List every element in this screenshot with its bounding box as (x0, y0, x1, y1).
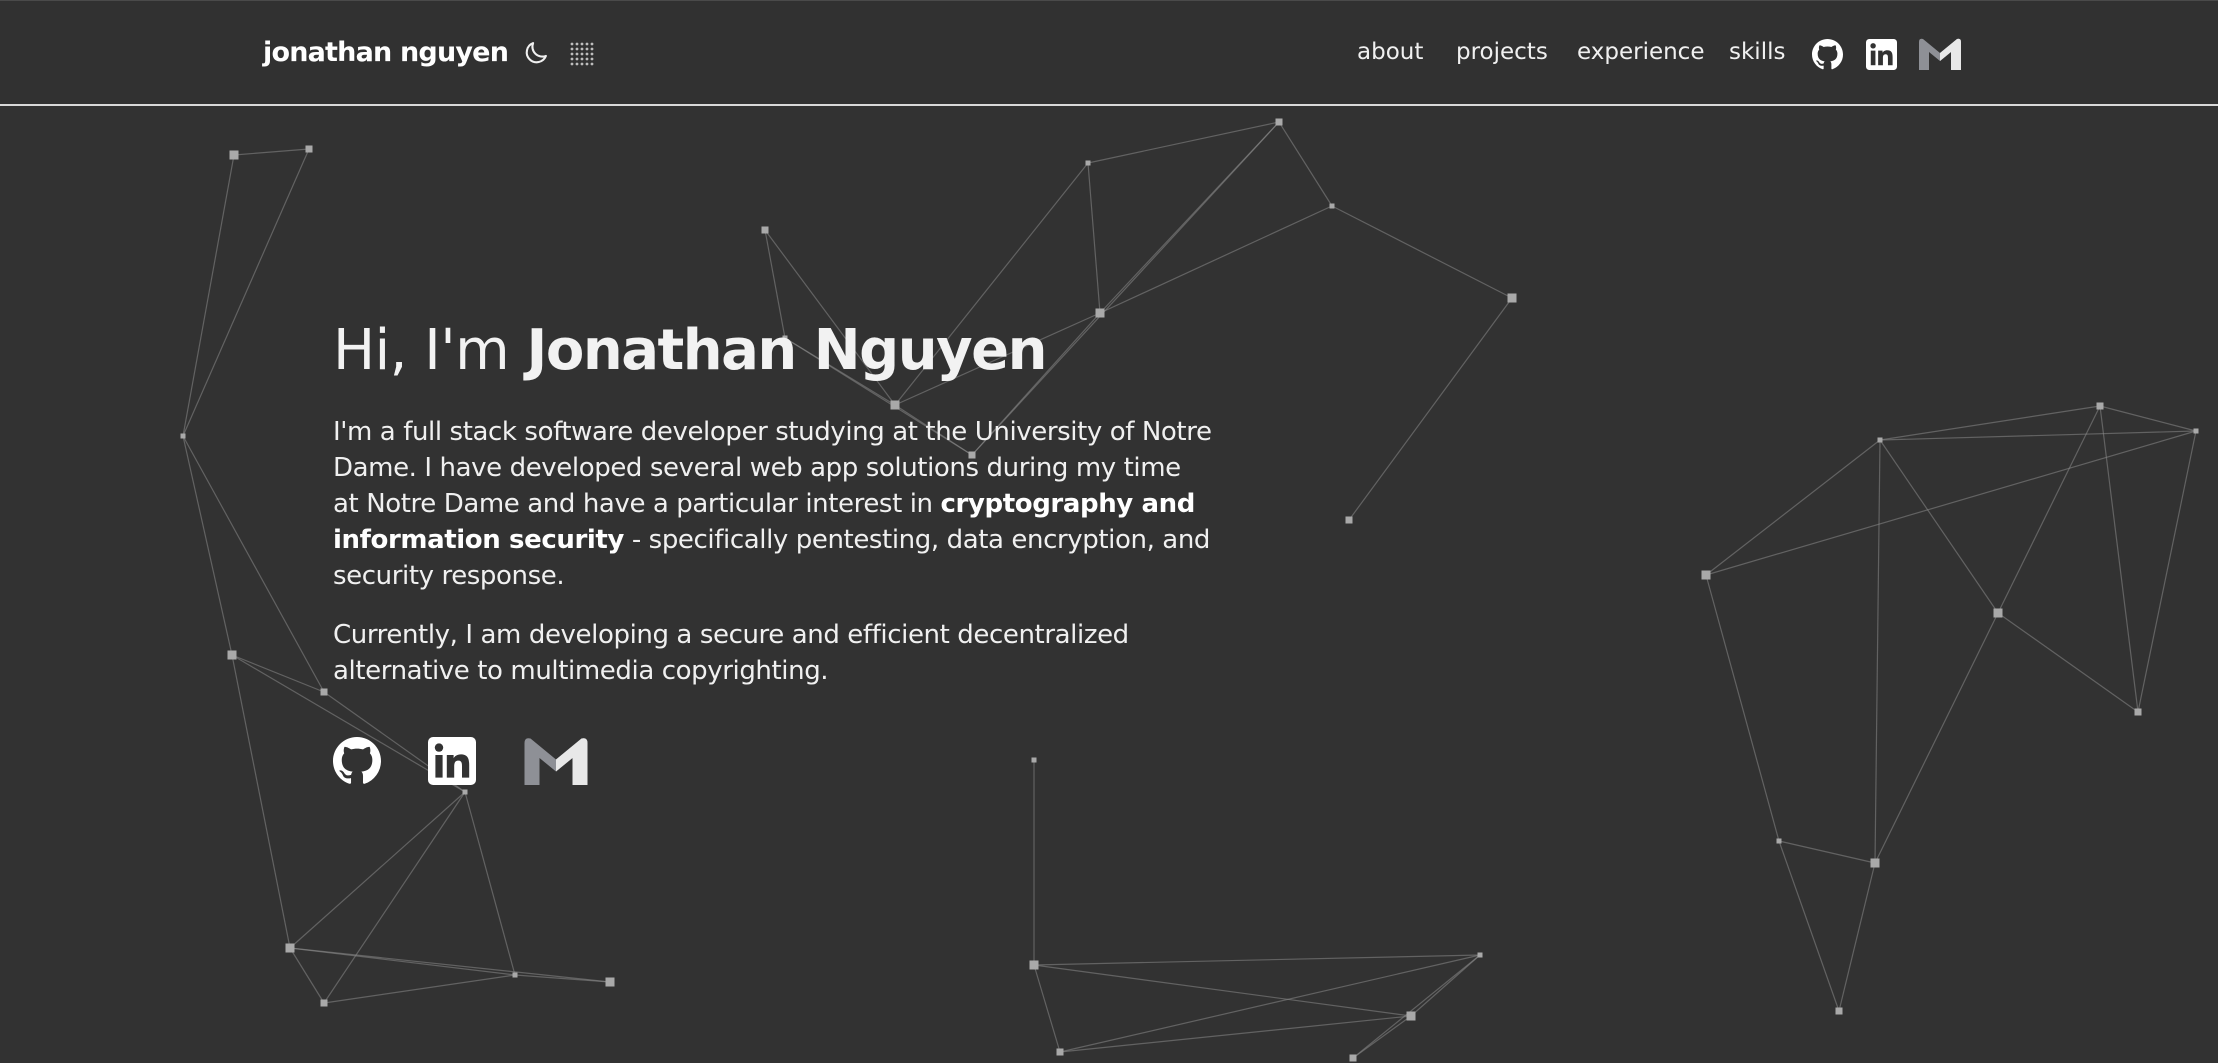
network-edge (1778, 840, 1876, 864)
network-node (1095, 308, 1105, 318)
network-edge (289, 791, 466, 949)
network-node (1835, 1007, 1843, 1015)
network-node (1329, 203, 1335, 209)
gmail-icon[interactable] (524, 737, 588, 789)
nav-link-about[interactable]: about (1357, 39, 1423, 65)
network-node (1507, 293, 1517, 303)
network-edge (289, 947, 611, 983)
hero-heading: Hi, I'm Jonathan Nguyen (333, 318, 1048, 383)
network-node (180, 433, 186, 439)
network-edge (1331, 205, 1513, 299)
network-edge (971, 121, 1280, 456)
network-edge (1348, 297, 1513, 521)
current-project-paragraph: Currently, I am developing a secure and … (333, 620, 1129, 686)
network-node (1701, 570, 1711, 580)
network-edge (1099, 205, 1333, 314)
network-edge (1033, 954, 1481, 966)
network-node (305, 145, 313, 153)
network-edge (1838, 862, 1876, 1012)
network-edge (2099, 405, 2197, 432)
network-edge (1278, 121, 1333, 207)
greeting-prefix: Hi, I'm (333, 318, 527, 383)
github-icon[interactable] (333, 737, 381, 789)
nav-link-projects[interactable]: projects (1456, 39, 1548, 65)
network-node (1345, 516, 1353, 524)
nav-link-skills[interactable]: skills (1729, 39, 1785, 65)
network-edge (2137, 430, 2197, 713)
network-node (227, 650, 237, 660)
navbar: jonathan nguyen about projects experienc… (0, 0, 2218, 106)
gmail-icon[interactable] (1919, 38, 1961, 74)
network-node (2096, 402, 2104, 410)
network-node (1776, 838, 1782, 844)
network-node (1349, 1054, 1357, 1062)
network-edge (1778, 840, 1840, 1012)
network-edge (1879, 439, 1999, 614)
network-node (761, 226, 769, 234)
network-edge (1087, 162, 1101, 314)
network-node (1031, 757, 1037, 763)
network-edge (1997, 405, 2101, 614)
network-node (1877, 437, 1883, 443)
network-node (1085, 160, 1091, 166)
moon-icon[interactable] (522, 39, 550, 71)
linkedin-icon[interactable] (428, 737, 476, 789)
dot-grid-icon[interactable] (569, 41, 595, 71)
network-node (320, 688, 328, 696)
network-edge (1033, 964, 1412, 1017)
network-edge (323, 791, 466, 1004)
network-edge (231, 654, 325, 693)
network-edge (1874, 439, 1881, 864)
network-node (285, 943, 295, 953)
network-edge (1705, 430, 2197, 576)
network-edge (464, 791, 516, 976)
network-node (1029, 960, 1039, 970)
network-edge (1059, 1015, 1412, 1053)
network-edge (289, 947, 325, 1004)
network-edge (1033, 964, 1061, 1053)
network-node (1275, 118, 1283, 126)
network-node (605, 977, 615, 987)
network-edge (1874, 612, 1999, 864)
network-edge (1705, 574, 1780, 842)
hero-name: Jonathan Nguyen (526, 318, 1048, 383)
network-node (2193, 428, 2199, 434)
network-node (229, 150, 239, 160)
github-icon[interactable] (1812, 39, 1843, 74)
network-node (1477, 952, 1483, 958)
linkedin-icon[interactable] (1866, 39, 1897, 74)
network-edge (233, 148, 310, 156)
network-edge (231, 654, 291, 949)
nav-link-experience[interactable]: experience (1577, 39, 1704, 65)
network-node (890, 400, 900, 410)
network-edge (182, 148, 310, 437)
network-node (320, 999, 328, 1007)
network-node (2134, 708, 2142, 716)
site-logo[interactable]: jonathan nguyen (263, 37, 509, 68)
network-edge (182, 435, 233, 656)
network-edge (1352, 954, 1481, 1059)
network-edge (1705, 439, 1881, 576)
network-edge (323, 974, 516, 1004)
network-node (512, 972, 518, 978)
network-node (1056, 1048, 1064, 1056)
network-node (462, 789, 468, 795)
network-edge (2099, 405, 2139, 713)
network-edge (182, 435, 325, 693)
network-node (1993, 608, 2003, 618)
bio-paragraph: I'm a full stack software developer stud… (333, 414, 1213, 594)
network-edge (1087, 121, 1280, 164)
network-edge (182, 154, 235, 437)
network-edge (1059, 954, 1481, 1053)
network-edge (1997, 612, 2139, 713)
network-node (1870, 858, 1880, 868)
network-node (1406, 1011, 1416, 1021)
